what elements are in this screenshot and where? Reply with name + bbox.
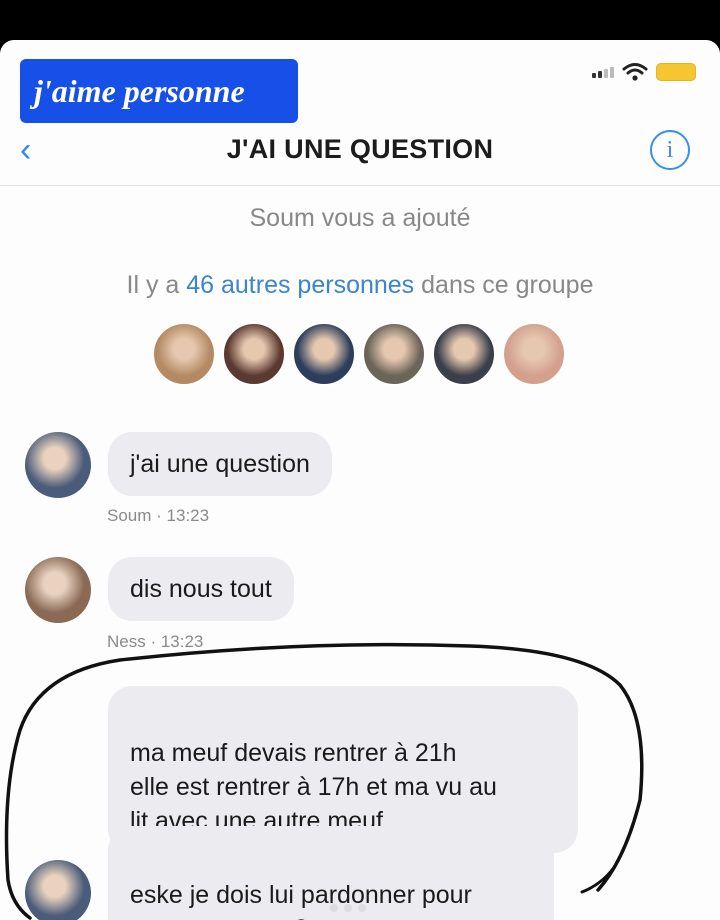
message-meta: Ness · 13:23	[107, 632, 204, 651]
system-message-members: Il y a 46 autres personnes dans ce group…	[0, 271, 720, 300]
wifi-icon	[622, 63, 648, 81]
message-text: eske je dois lui pardonner pour son mens…	[130, 881, 472, 920]
message-time: 13:23	[160, 632, 204, 651]
members-link[interactable]: 46 autres personnes	[186, 271, 414, 299]
member-avatar[interactable]	[362, 322, 426, 386]
member-avatar[interactable]	[222, 322, 286, 386]
member-avatar[interactable]	[152, 322, 216, 386]
status-bar	[592, 62, 696, 82]
message-meta: Soum · 13:23	[107, 506, 210, 525]
group-member-avatars[interactable]	[152, 322, 566, 386]
signal-icon	[592, 66, 614, 78]
message-bubble[interactable]: j'ai une question	[108, 432, 332, 496]
member-avatar[interactable]	[502, 322, 566, 386]
info-icon[interactable]: i	[650, 130, 690, 170]
message-text: ma meuf devais rentrer à 21h elle est re…	[130, 739, 497, 835]
members-suffix: dans ce groupe	[414, 271, 594, 299]
battery-icon	[656, 63, 696, 81]
member-avatar[interactable]	[292, 322, 356, 386]
message-sender: Soum	[107, 506, 152, 525]
message-bubble[interactable]: dis nous tout	[108, 557, 294, 621]
conversation-header: ‹ J'AI UNE QUESTION	[0, 122, 720, 186]
message-sender: Ness	[107, 632, 146, 651]
message-time: 13:23	[166, 506, 210, 525]
member-avatar[interactable]	[432, 322, 496, 386]
avatar[interactable]	[25, 557, 91, 623]
avatar[interactable]	[25, 432, 91, 498]
message-text: dis nous tout	[130, 575, 272, 603]
members-prefix: Il y a	[126, 271, 187, 299]
scroll-indicator	[330, 904, 366, 912]
overlay-caption: j'aime personne	[20, 59, 298, 123]
conversation-title: J'AI UNE QUESTION	[226, 134, 494, 164]
avatar[interactable]	[25, 860, 91, 920]
top-black-bar	[0, 0, 720, 40]
message-text: j'ai une question	[130, 450, 310, 478]
system-message-added: Soum vous a ajouté	[249, 204, 471, 232]
